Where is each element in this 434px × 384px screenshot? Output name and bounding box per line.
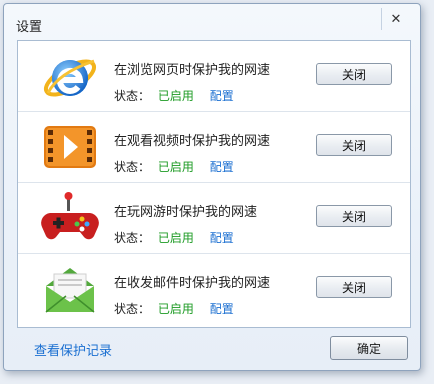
status-line: 状态： 已启用 配置	[114, 229, 234, 246]
status-value: 已启用	[157, 231, 194, 245]
internet-explorer-icon	[43, 59, 97, 97]
dialog-title: 设置	[16, 20, 43, 35]
status-value: 已启用	[157, 302, 194, 316]
list-item-gaming: 在玩网游时保护我的网速 状态： 已启用 配置 关闭	[18, 183, 410, 254]
config-link[interactable]: 配置	[210, 302, 234, 316]
config-link[interactable]: 配置	[210, 160, 234, 174]
status-label: 状态：	[114, 302, 151, 316]
close-button[interactable]: ✕	[381, 8, 410, 30]
status-label: 状态：	[114, 89, 151, 103]
status-line: 状态： 已启用 配置	[114, 158, 234, 175]
settings-dialog: 设置 ✕ 在浏览网页时保护我的网速 状态： 已启用 配置 关闭 在观看视频时保护…	[3, 3, 421, 371]
status-line: 状态： 已启用 配置	[114, 300, 234, 317]
feature-list: 在浏览网页时保护我的网速 状态： 已启用 配置 关闭 在观看视频时保护我的网速 …	[17, 40, 411, 328]
config-link[interactable]: 配置	[210, 89, 234, 103]
status-value: 已启用	[157, 89, 194, 103]
status-value: 已启用	[157, 160, 194, 174]
disable-button[interactable]: 关闭	[316, 134, 392, 156]
mail-envelope-icon	[45, 268, 95, 313]
list-item-video: 在观看视频时保护我的网速 状态： 已启用 配置 关闭	[18, 112, 410, 183]
row-description: 在观看视频时保护我的网速	[114, 134, 271, 149]
close-icon: ✕	[390, 11, 402, 27]
ok-button[interactable]: 确定	[330, 336, 408, 360]
row-description: 在玩网游时保护我的网速	[114, 205, 258, 220]
list-item-mail: 在收发邮件时保护我的网速 状态： 已启用 配置 关闭	[18, 254, 410, 324]
video-player-icon	[44, 126, 96, 168]
gamepad-icon	[41, 192, 99, 240]
list-item-browsing: 在浏览网页时保护我的网速 状态： 已启用 配置 关闭	[18, 41, 410, 112]
row-description: 在收发邮件时保护我的网速	[114, 276, 271, 291]
disable-button[interactable]: 关闭	[316, 205, 392, 227]
status-label: 状态：	[114, 231, 151, 245]
status-label: 状态：	[114, 160, 151, 174]
disable-button[interactable]: 关闭	[316, 63, 392, 85]
title-bar: 设置 ✕	[4, 4, 420, 36]
config-link[interactable]: 配置	[210, 231, 234, 245]
row-description: 在浏览网页时保护我的网速	[114, 63, 271, 78]
status-line: 状态： 已启用 配置	[114, 87, 234, 104]
view-protection-history-link[interactable]: 查看保护记录	[34, 340, 112, 359]
disable-button[interactable]: 关闭	[316, 276, 392, 298]
